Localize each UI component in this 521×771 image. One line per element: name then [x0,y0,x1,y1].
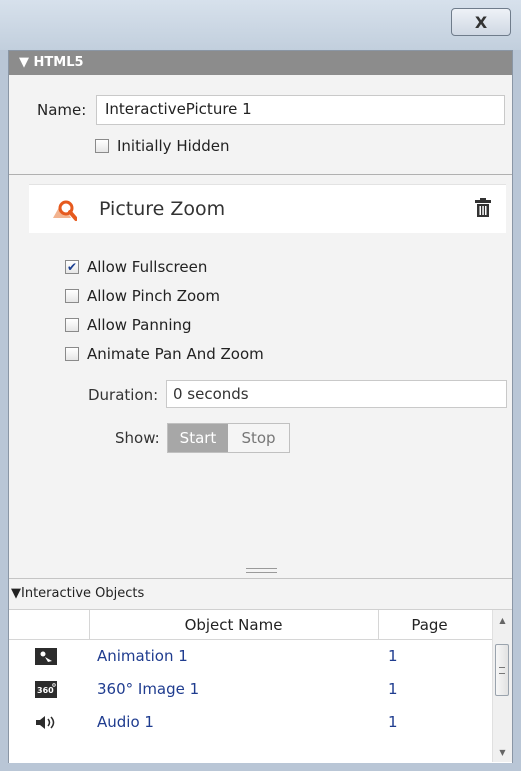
page-column-header[interactable]: Page [378,610,481,639]
show-start-button[interactable]: Start [168,424,228,452]
allow-fullscreen-checkbox[interactable]: ✔ [65,260,79,274]
scroll-up-arrow-icon[interactable]: ▲ [493,612,512,628]
360-image-icon: 360 [35,681,57,698]
icon-column-header [9,610,90,639]
picture-zoom-card: Picture Zoom [29,184,506,233]
table-header: Object Name Page [9,610,492,640]
initially-hidden-label: Initially Hidden [117,137,230,155]
audio-icon [36,716,55,729]
window-frame: X ▼ HTML5 Name: InteractivePicture 1 Ini… [0,0,521,771]
animation-icon [35,648,57,665]
page-cell: 1 [388,680,398,698]
allow-pinch-zoom-row[interactable]: Allow Pinch Zoom [65,287,220,305]
html5-section-header[interactable]: ▼ HTML5 [9,51,512,75]
allow-fullscreen-label: Allow Fullscreen [87,258,208,276]
panel-splitter[interactable] [9,565,512,575]
show-label: Show: [115,429,160,447]
scroll-grip-icon [499,667,505,674]
picture-zoom-title: Picture Zoom [99,198,226,220]
initially-hidden-checkbox[interactable] [95,139,109,153]
allow-panning-row[interactable]: Allow Panning [65,316,192,334]
allow-pinch-zoom-checkbox[interactable] [65,289,79,303]
picture-zoom-icon [53,200,77,221]
duration-label: Duration: [88,386,159,404]
scroll-thumb[interactable] [495,644,509,696]
interactive-objects-header[interactable]: ▼Interactive Objects [9,578,512,608]
vertical-scrollbar[interactable]: ▲ ▼ [492,610,512,762]
object-name-cell: Animation 1 [97,647,188,665]
object-name-cell: 360° Image 1 [97,680,200,698]
section-divider [9,174,512,175]
name-label: Name: [37,101,87,119]
close-button[interactable]: X [451,8,511,36]
scroll-down-arrow-icon[interactable]: ▼ [493,744,512,760]
animate-pan-zoom-label: Animate Pan And Zoom [87,345,264,363]
table-row[interactable]: Audio 1 1 [9,706,492,739]
object-name-cell: Audio 1 [97,713,154,731]
initially-hidden-row[interactable]: Initially Hidden [95,137,230,155]
allow-panning-checkbox[interactable] [65,318,79,332]
animate-pan-zoom-checkbox[interactable] [65,347,79,361]
object-name-column-header[interactable]: Object Name [89,610,379,639]
duration-input[interactable]: 0 seconds [166,380,507,408]
show-stop-button[interactable]: Stop [228,424,289,452]
allow-pinch-zoom-label: Allow Pinch Zoom [87,287,220,305]
trash-icon[interactable] [474,198,492,218]
page-cell: 1 [388,713,398,731]
animate-pan-zoom-row[interactable]: Animate Pan And Zoom [65,345,264,363]
svg-text:360: 360 [37,686,54,695]
allow-panning-label: Allow Panning [87,316,192,334]
page-cell: 1 [388,647,398,665]
table-row[interactable]: 360 360° Image 1 1 [9,673,492,706]
table-row[interactable]: Animation 1 1 [9,640,492,673]
interactive-objects-table: Object Name Page Animation 1 1 360 360° … [9,609,512,763]
allow-fullscreen-row[interactable]: ✔ Allow Fullscreen [65,258,207,276]
name-input[interactable]: InteractivePicture 1 [96,95,505,125]
show-segmented-control: Start Stop [167,423,290,453]
title-bar: X [0,0,521,50]
html5-panel: ▼ HTML5 Name: InteractivePicture 1 Initi… [8,50,513,763]
splitter-grip-icon [246,568,277,573]
